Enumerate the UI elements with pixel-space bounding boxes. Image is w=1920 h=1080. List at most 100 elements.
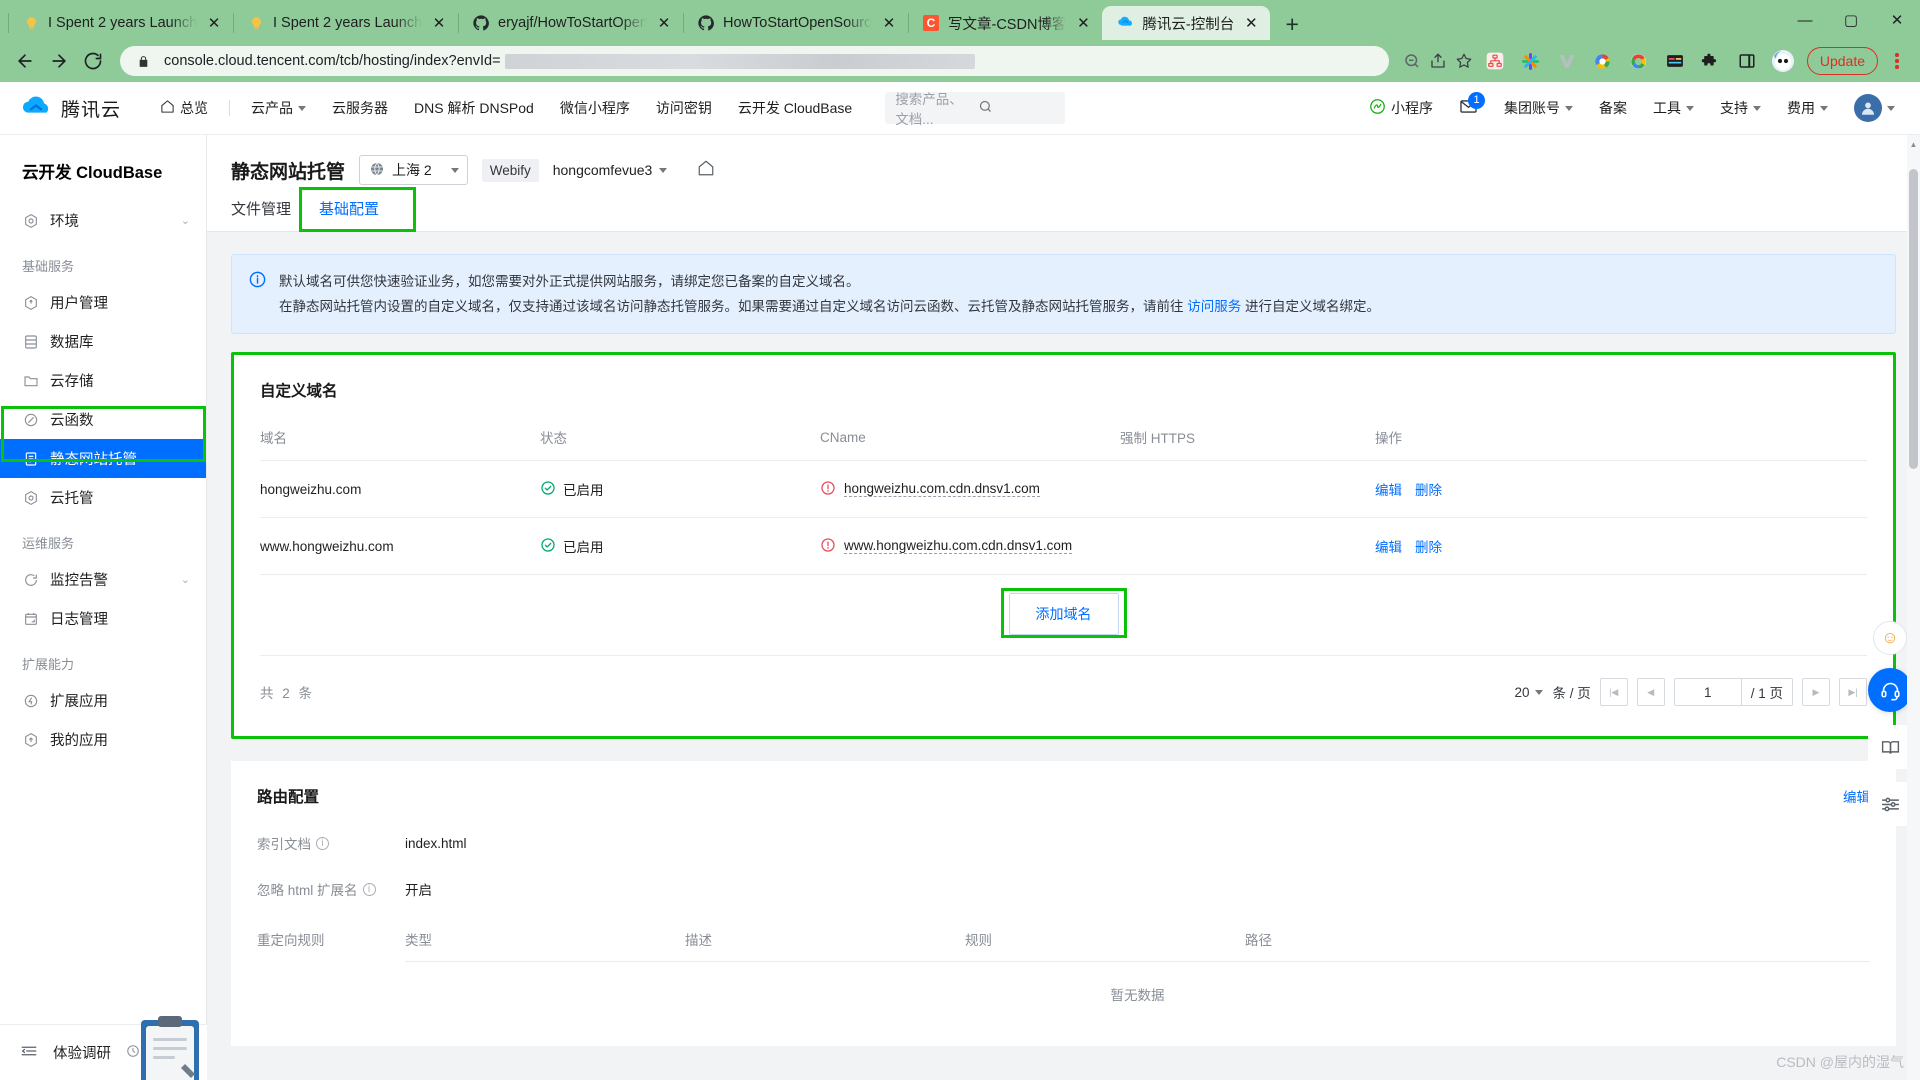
edit-link[interactable]: 编辑 [1375,536,1402,556]
info-icon[interactable]: i [316,836,329,850]
delete-link[interactable]: 删除 [1415,479,1442,499]
next-page-button[interactable]: ▶ [1802,678,1830,706]
sidepanel-icon[interactable] [1734,48,1760,74]
nav-item-miniprogram[interactable]: 微信小程序 [547,82,643,135]
puzzle-extension-icon[interactable] [1698,48,1724,74]
cname-value[interactable]: hongweizhu.com.cdn.dnsv1.com [844,481,1040,497]
browser-tab[interactable]: I Spent 2 years Launching ✕ [8,6,233,40]
region-selector[interactable]: 上海 2 [359,155,468,185]
reload-icon[interactable] [78,46,108,76]
info-icon[interactable]: i [362,882,376,896]
cname-value[interactable]: www.hongweizhu.com.cdn.dnsv1.com [844,538,1073,554]
sidebar-item-storage[interactable]: 云存储 [0,361,206,400]
home-icon[interactable] [697,159,715,182]
user-avatar-menu[interactable] [1843,82,1906,135]
delete-link[interactable]: 删除 [1415,536,1442,556]
nav-account[interactable]: 集团账号 [1493,82,1584,135]
nav-item-products[interactable]: 云产品 [238,82,319,135]
edit-link[interactable]: 编辑 [1375,479,1402,499]
nav-messages[interactable]: 1 [1448,82,1489,135]
documentation-button[interactable] [1868,725,1912,769]
colorful-star-extension-icon[interactable] [1518,48,1544,74]
nav-item-overview[interactable]: 总览 [147,82,221,135]
sidebar-item-user-management[interactable]: 用户管理 [0,283,206,322]
share-icon[interactable] [1427,50,1449,72]
sidebar-item-functions[interactable]: 云函数 [0,400,206,439]
feedback-smiley-icon[interactable]: ☺ [1873,621,1907,655]
window-close-button[interactable]: ✕ [1874,0,1920,40]
sidebar-item-label: 云存储 [50,374,94,390]
settings-sliders-button[interactable] [1868,782,1912,826]
browser-tab[interactable]: C 写文章-CSDN博客 ✕ [908,6,1102,40]
last-page-button[interactable]: ▶| [1839,678,1867,706]
nav-item-dnspod[interactable]: DNS 解析 DNSPod [401,82,547,135]
scrollbar-thumb[interactable] [1909,169,1918,469]
sitemap-extension-icon[interactable] [1482,48,1508,74]
sidebar-item-my-apps[interactable]: 我的应用 [0,720,206,759]
nav-support[interactable]: 支持 [1709,82,1772,135]
sidebar-item-database[interactable]: 数据库 [0,322,206,361]
tab-title: eryajf/HowToStartOpenS [498,15,647,31]
sidebar-item-logs[interactable]: 日志管理 [0,599,206,638]
search-placeholder: 搜索产品、文档... [895,92,963,127]
search-input[interactable]: 搜索产品、文档... [885,92,1066,127]
nav-label: 费用 [1787,100,1815,116]
nav-miniprogram-entry[interactable]: 小程序 [1358,82,1444,135]
add-domain-button[interactable]: 添加域名 [1008,593,1119,635]
scroll-up-arrow[interactable]: ▲ [1907,137,1920,151]
bookmark-star-icon[interactable] [1453,50,1475,72]
card-extension-icon[interactable] [1662,48,1688,74]
update-button[interactable]: Update [1806,47,1878,75]
browser-tab[interactable]: HowToStartOpenSource ✕ [683,6,908,40]
nav-item-accesskey[interactable]: 访问密钥 [643,82,725,135]
sidebar-item-env[interactable]: 环境 ⌄ [0,201,206,240]
sidebar-item-static-hosting[interactable]: 静态网站托管 [0,439,206,478]
page-size-selector[interactable]: 20 条 / 页 [1514,682,1590,702]
minimize-button[interactable]: — [1782,0,1828,40]
first-page-button[interactable]: |◀ [1599,678,1628,706]
forward-icon[interactable] [44,46,74,76]
back-icon[interactable] [10,46,40,76]
tab-file-management[interactable]: 文件管理 [231,198,291,231]
close-icon[interactable]: ✕ [655,14,673,32]
browser-tab[interactable]: eryajf/HowToStartOpenS ✕ [458,6,683,40]
nav-item-cloudbase[interactable]: 云开发 CloudBase [725,82,865,135]
close-icon[interactable]: ✕ [880,14,898,32]
route-edit-link[interactable]: 编辑 [1843,786,1870,806]
tab-basic-config[interactable]: 基础配置 [319,198,380,232]
sidebar-item-extension-apps[interactable]: 扩展应用 [0,681,206,720]
vimium-extension-icon[interactable] [1554,48,1580,74]
close-icon[interactable]: ✕ [1074,14,1092,32]
nav-billing[interactable]: 费用 [1776,82,1839,135]
google-extension-icon[interactable] [1590,48,1616,74]
search-icon[interactable] [978,99,1055,117]
nav-tools[interactable]: 工具 [1642,82,1705,135]
visit-service-link[interactable]: 访问服务 [1187,299,1241,314]
new-tab-button[interactable]: + [1276,8,1308,40]
collapse-icon[interactable] [20,1042,38,1064]
browser-menu-icon[interactable] [1884,53,1910,69]
nav-item-cvm[interactable]: 云服务器 [319,82,401,135]
browser-tab-active[interactable]: 腾讯云-控制台 ✕ [1102,6,1271,40]
page-number-input[interactable]: 1 [1673,678,1742,706]
prev-page-button[interactable]: ◀ [1636,678,1665,706]
lightbulb-icon [22,14,40,32]
nav-beian[interactable]: 备案 [1588,82,1638,135]
close-icon[interactable]: ✕ [205,14,223,32]
env-icon [22,212,39,229]
tencent-cloud-logo[interactable]: 腾讯云 [20,92,121,124]
browser-tab[interactable]: I Spent 2 years Launching ✕ [233,6,458,40]
sidebar-item-monitoring[interactable]: 监控告警 ⌄ [0,560,206,599]
close-icon[interactable]: ✕ [1242,14,1260,32]
maximize-button[interactable]: ▢ [1828,0,1874,40]
env-selector[interactable]: hongcomfevue3 [553,162,668,178]
avatar[interactable] [1770,48,1796,74]
zoom-out-icon[interactable] [1401,50,1423,72]
vertical-scrollbar[interactable]: ▲ ▼ [1907,135,1920,1080]
ignore-ext-value: 开启 [405,883,432,898]
address-bar[interactable]: console.cloud.tencent.com/tcb/hosting/in… [120,46,1389,76]
close-icon[interactable]: ✕ [430,14,448,32]
customer-service-button[interactable] [1868,668,1912,712]
colorpicker-extension-icon[interactable] [1626,48,1652,74]
sidebar-item-cloud-hosting[interactable]: 云托管 [0,478,206,517]
